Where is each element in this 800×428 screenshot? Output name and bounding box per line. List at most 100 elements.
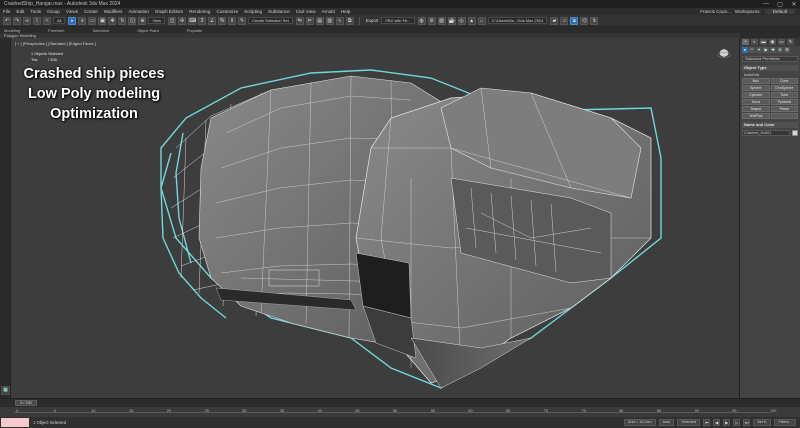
lights-icon[interactable]: ✦ (756, 47, 762, 53)
user-account[interactable]: Francis Coun... (700, 9, 731, 14)
minimize-button[interactable]: — (762, 1, 770, 7)
ribbon-tab-populate[interactable]: Populate (187, 28, 203, 33)
pivot-center-icon[interactable]: ◫ (168, 16, 177, 25)
geosphere-button[interactable]: GeoSphere (770, 85, 798, 91)
menu-substance[interactable]: Substance (268, 9, 290, 14)
fbx-preset-dropdown[interactable]: FBX with Fb... (381, 17, 415, 24)
window-crossing-icon[interactable]: ▣ (98, 16, 107, 25)
align-icon[interactable]: ⊨ (305, 16, 314, 25)
menu-create[interactable]: Create (84, 9, 98, 14)
go-to-start-icon[interactable]: ⏮ (703, 419, 711, 426)
render-production-icon[interactable]: ☕ (447, 16, 456, 25)
key-filters-button[interactable]: Filters... (774, 419, 796, 426)
sync-icon[interactable]: ↯ (590, 16, 599, 25)
geometry-icon[interactable]: ● (742, 47, 748, 53)
render-iterative-icon[interactable]: ◎ (457, 16, 466, 25)
viewcube-icon[interactable] (717, 46, 731, 58)
sphere-button[interactable]: Sphere (742, 85, 770, 91)
menu-arnold[interactable]: Arnold (322, 9, 335, 14)
play-icon[interactable]: ▶ (723, 419, 731, 426)
maximize-button[interactable]: ▢ (776, 1, 784, 8)
link-icon[interactable]: ∞ (23, 16, 31, 25)
selected-dropdown[interactable]: Selected (677, 419, 701, 426)
primitive-type-dropdown[interactable]: Standard Primitives (742, 56, 798, 62)
display-tab-icon[interactable]: ▭ (778, 39, 785, 45)
mirror-icon[interactable]: ⇋ (295, 16, 304, 25)
tube-button[interactable]: Tube (770, 92, 798, 98)
menu-modifiers[interactable]: Modifiers (104, 9, 123, 14)
arnold-icon[interactable]: ▲ (467, 16, 476, 25)
rotate-icon[interactable]: ↻ (118, 16, 127, 25)
go-to-end-icon[interactable]: ⏭ (743, 419, 751, 426)
viewport-layout-icon[interactable]: ▦ (1, 386, 10, 395)
toggle-scene-explorer-icon[interactable]: ▤ (315, 16, 324, 25)
select-object-icon[interactable]: ▸ (68, 16, 77, 25)
auto-key-button[interactable]: Auto (658, 419, 675, 426)
maxscript-listener[interactable] (1, 418, 29, 427)
box-button[interactable]: Box (742, 78, 770, 84)
set-project-icon[interactable]: ▱ (560, 16, 569, 25)
ribbon-tab-freeform[interactable]: Freeform (48, 28, 64, 33)
cameras-icon[interactable]: ▶ (763, 47, 769, 53)
toggle-layer-explorer-icon[interactable]: ▥ (325, 16, 334, 25)
menu-customize[interactable]: Customize (216, 9, 238, 14)
textplus-button[interactable]: TextPlus (742, 113, 770, 119)
edit-named-selection-icon[interactable]: ✎ (238, 16, 247, 25)
autogrid-checkbox[interactable]: AutoGrid (744, 73, 798, 77)
plane-button[interactable]: Plane (770, 106, 798, 112)
export-label[interactable]: Export (366, 18, 379, 23)
cylinder-button[interactable]: Cylinder (742, 92, 770, 98)
utilities-tab-icon[interactable]: ✎ (787, 39, 794, 45)
cone-button[interactable]: Cone (770, 78, 798, 84)
torus-button[interactable]: Torus (742, 99, 770, 105)
ribbon-tab-modeling[interactable]: Modeling (4, 28, 20, 33)
menu-group[interactable]: Group (47, 9, 60, 14)
angle-snap-icon[interactable]: ∠ (208, 16, 217, 25)
project-folder-dropdown[interactable]: C:\Users\Ma...\3ds Max 2024 (487, 17, 548, 24)
object-name-field[interactable]: Crashed_Hull01 (742, 130, 790, 136)
close-button[interactable]: ✕ (790, 1, 798, 8)
schematic-view-icon[interactable]: ⧉ (345, 16, 354, 25)
selection-filter-dropdown[interactable]: All (53, 17, 66, 24)
curve-editor-icon[interactable]: ∿ (335, 16, 344, 25)
redo-button[interactable]: ↷ (13, 16, 21, 25)
name-and-color-rollout[interactable]: Name and Color (742, 122, 798, 128)
material-editor-icon[interactable]: ◍ (417, 16, 426, 25)
previous-frame-icon[interactable]: ◀ (713, 419, 721, 426)
modify-tab-icon[interactable]: ◐ (751, 39, 758, 45)
keyboard-shortcut-icon[interactable]: ⌨ (188, 16, 196, 25)
teapot-button[interactable]: Teapot (742, 106, 770, 112)
menu-tools[interactable]: Tools (30, 9, 41, 14)
select-by-name-icon[interactable]: ≡ (78, 16, 87, 25)
menu-file[interactable]: File (3, 9, 10, 14)
helpers-icon[interactable]: ✚ (770, 47, 776, 53)
next-frame-icon[interactable]: ▷ (733, 419, 741, 426)
object-type-rollout[interactable]: Object Type (742, 65, 798, 71)
rendered-frame-icon[interactable]: ▨ (437, 16, 446, 25)
unlink-icon[interactable]: ⌇ (33, 16, 41, 25)
create-tab-icon[interactable]: + (742, 39, 749, 45)
asset-tracking-icon[interactable]: ⌬ (580, 16, 589, 25)
pyramid-button[interactable]: Pyramid (770, 99, 798, 105)
menu-civil-view[interactable]: Civil View (296, 9, 316, 14)
hierarchy-tab-icon[interactable]: ▬ (760, 39, 767, 45)
percent-snap-icon[interactable]: % (218, 16, 227, 25)
reference-coordinate-dropdown[interactable]: View (148, 17, 166, 24)
render-setup-icon[interactable]: ⚙ (427, 16, 436, 25)
menu-edit[interactable]: Edit (16, 9, 24, 14)
snaps-toggle-icon[interactable]: 3 (198, 16, 207, 25)
spacewarps-icon[interactable]: ≋ (777, 47, 783, 53)
home-icon[interactable]: ⌂ (477, 16, 486, 25)
menu-graph-editors[interactable]: Graph Editors (155, 9, 183, 14)
placement-icon[interactable]: ⊕ (138, 16, 147, 25)
select-manipulate-icon[interactable]: ✣ (178, 16, 187, 25)
menu-animation[interactable]: Animation (128, 9, 148, 14)
rectangle-selection-icon[interactable]: ▭ (88, 16, 97, 25)
bind-spacewarp-icon[interactable]: ≈ (43, 16, 51, 25)
perspective-viewport[interactable]: [ + ] [Perspective ] [Standard ] [Edged … (11, 38, 739, 398)
ribbon-tab-selection[interactable]: Selection (92, 28, 108, 33)
object-color-swatch[interactable] (792, 130, 798, 136)
systems-icon[interactable]: ⚙ (784, 47, 790, 53)
menu-scripting[interactable]: Scripting (244, 9, 262, 14)
set-key-button[interactable]: Set K. (753, 419, 772, 426)
